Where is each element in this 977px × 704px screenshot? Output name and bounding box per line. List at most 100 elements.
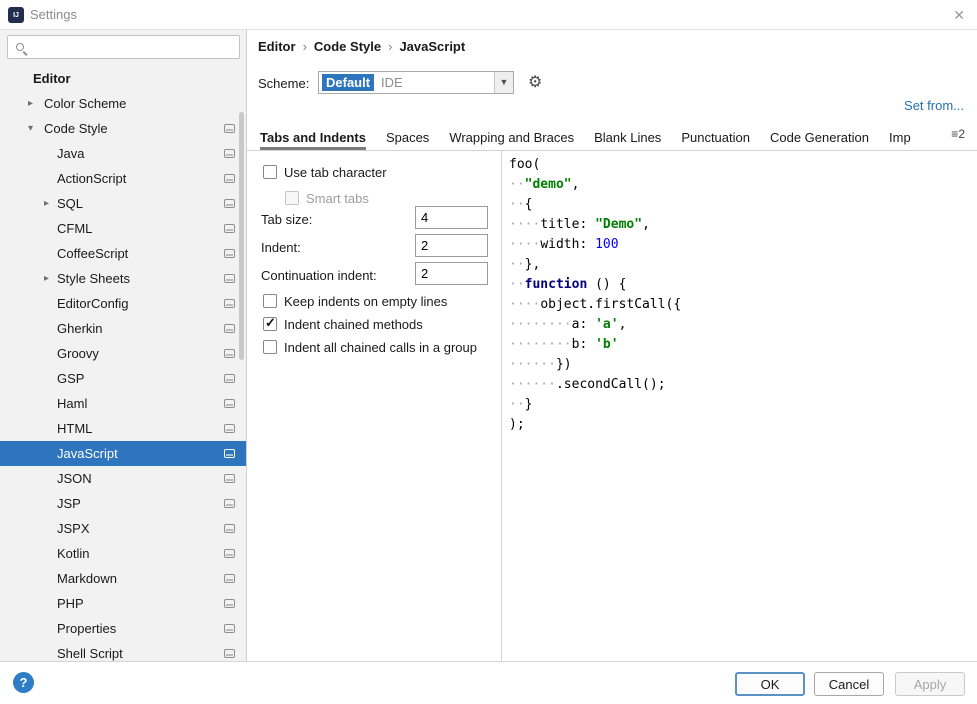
breadcrumb-separator: ›	[302, 39, 307, 54]
sidebar-item-json[interactable]: JSON	[0, 466, 246, 491]
sidebar-item-label: Groovy	[57, 346, 99, 361]
sidebar-item-markdown[interactable]: Markdown	[0, 566, 246, 591]
checkbox-label: Indent all chained calls in a group	[284, 339, 477, 355]
sidebar-item-label: CFML	[57, 221, 93, 236]
sidebar-item-javascript[interactable]: JavaScript	[0, 441, 246, 466]
sidebar-item-label: SQL	[57, 196, 84, 211]
keep-indents-on-empty-lines-checkbox[interactable]: Keep indents on empty lines	[263, 292, 447, 310]
sidebar-item-style-sheets[interactable]: ▸ Style Sheets	[0, 266, 246, 291]
code-line: ··}	[509, 397, 533, 412]
sidebar-item-gsp[interactable]: GSP	[0, 366, 246, 391]
sidebar-item-properties[interactable]: Properties	[0, 616, 246, 641]
language-page-icon	[224, 124, 235, 133]
indent-all-chained-calls-checkbox[interactable]: Indent all chained calls in a group	[263, 338, 477, 356]
sidebar-item-label: EditorConfig	[57, 296, 129, 311]
sidebar-item-haml[interactable]: Haml	[0, 391, 246, 416]
sidebar-item-jsp[interactable]: JSP	[0, 491, 246, 516]
titlebar: IJ Settings ✕	[0, 0, 977, 30]
sidebar-item-label: Markdown	[57, 571, 117, 586]
cancel-button[interactable]: Cancel	[814, 672, 884, 696]
sidebar-item-label: Editor	[33, 71, 71, 86]
language-page-icon	[224, 399, 235, 408]
combo-arrow-icon[interactable]: ▼	[494, 72, 513, 93]
sidebar-item-editorconfig[interactable]: EditorConfig	[0, 291, 246, 316]
sidebar-item-label: Haml	[57, 396, 88, 411]
indent-chained-methods-checkbox[interactable]: Indent chained methods	[263, 315, 423, 333]
breadcrumb-segment-editor[interactable]: Editor	[258, 39, 296, 54]
language-page-icon	[224, 274, 235, 283]
code-line: foo(	[509, 157, 541, 172]
close-icon[interactable]: ✕	[953, 0, 965, 30]
tab-size-input[interactable]	[415, 206, 488, 229]
scheme-suffix: IDE	[381, 75, 403, 90]
language-page-icon	[224, 324, 235, 333]
breadcrumb-segment-code-style[interactable]: Code Style	[314, 39, 381, 54]
sidebar-item-actionscript[interactable]: ActionScript	[0, 166, 246, 191]
tab-punctuation[interactable]: Punctuation	[681, 125, 750, 150]
chevron-down-icon[interactable]: ▾	[28, 116, 33, 141]
sidebar-item-gherkin[interactable]: Gherkin	[0, 316, 246, 341]
search-input[interactable]	[32, 37, 232, 57]
language-page-icon	[224, 149, 235, 158]
checkbox-icon[interactable]	[285, 191, 299, 205]
ok-button[interactable]: OK	[735, 672, 805, 696]
tab-blank-lines[interactable]: Blank Lines	[594, 125, 661, 150]
sidebar-item-label: JSON	[57, 471, 92, 486]
set-from-link[interactable]: Set from...	[904, 98, 964, 113]
sidebar-item-code-style[interactable]: ▾ Code Style	[0, 116, 246, 141]
sidebar-item-editor[interactable]: Editor	[0, 66, 246, 91]
code-line: ······})	[509, 357, 572, 372]
sidebar-scrollbar[interactable]	[239, 112, 244, 360]
checkbox-icon[interactable]	[263, 294, 277, 308]
form-panel: Use tab character Smart tabs Tab size: I…	[247, 151, 501, 661]
code-line: ····width: 100	[509, 237, 619, 252]
search-box[interactable]	[7, 35, 240, 59]
language-page-icon	[224, 649, 235, 658]
chevron-right-icon[interactable]: ▸	[28, 91, 33, 116]
sidebar-item-cfml[interactable]: CFML	[0, 216, 246, 241]
sidebar-item-php[interactable]: PHP	[0, 591, 246, 616]
sidebar-item-label: PHP	[57, 596, 84, 611]
checkbox-icon[interactable]	[263, 315, 277, 331]
sidebar-item-sql[interactable]: ▸ SQL	[0, 191, 246, 216]
sidebar-item-html[interactable]: HTML	[0, 416, 246, 441]
chevron-right-icon[interactable]: ▸	[44, 191, 49, 216]
breadcrumb-segment-javascript[interactable]: JavaScript	[399, 39, 465, 54]
sidebar-item-kotlin[interactable]: Kotlin	[0, 541, 246, 566]
sidebar-item-color-scheme[interactable]: ▸ Color Scheme	[0, 91, 246, 116]
tab-code-generation[interactable]: Code Generation	[770, 125, 869, 150]
language-page-icon	[224, 374, 235, 383]
code-line: ····object.firstCall({	[509, 297, 682, 312]
gear-icon[interactable]: ⚙	[528, 72, 542, 92]
code-line: ··{	[509, 197, 533, 212]
tab-tabs-and-indents[interactable]: Tabs and Indents	[260, 125, 366, 150]
hidden-tabs-icon[interactable]: ≡2	[951, 127, 965, 141]
scheme-select[interactable]: Default IDE ▼	[318, 71, 514, 94]
code-line: ········b: 'b'	[509, 337, 619, 352]
sidebar-item-label: ActionScript	[57, 171, 127, 186]
sidebar-item-java[interactable]: Java	[0, 141, 246, 166]
code-preview: foo(··"demo", ··{····title: "Demo", ····wi…	[502, 151, 977, 661]
indent-input[interactable]	[415, 234, 488, 257]
help-icon[interactable]: ?	[13, 672, 34, 693]
chevron-right-icon[interactable]: ▸	[44, 266, 49, 291]
checkbox-icon[interactable]	[263, 165, 277, 179]
use-tab-character-checkbox[interactable]: Use tab character	[263, 163, 387, 181]
sidebar-item-coffeescript[interactable]: CoffeeScript	[0, 241, 246, 266]
checkbox-icon[interactable]	[263, 340, 277, 354]
continuation-indent-input[interactable]	[415, 262, 488, 285]
apply-button[interactable]: Apply	[895, 672, 965, 696]
language-page-icon	[224, 449, 235, 458]
sidebar-item-groovy[interactable]: Groovy	[0, 341, 246, 366]
language-page-icon	[224, 174, 235, 183]
tab-spaces[interactable]: Spaces	[386, 125, 429, 150]
sidebar-item-label: JavaScript	[57, 446, 118, 461]
tabs-bar: Tabs and Indents Spaces Wrapping and Brace…	[260, 125, 933, 151]
settings-sidebar: Editor ▸ Color Scheme ▾ Code Style Java Action…	[0, 30, 247, 661]
tab-wrapping-and-braces[interactable]: Wrapping and Braces	[449, 125, 574, 150]
tab-imp[interactable]: Imp	[889, 125, 911, 150]
sidebar-item-jspx[interactable]: JSPX	[0, 516, 246, 541]
tab-size-label: Tab size:	[261, 212, 313, 227]
smart-tabs-checkbox[interactable]: Smart tabs	[285, 189, 369, 207]
sidebar-item-label: Properties	[57, 621, 117, 636]
